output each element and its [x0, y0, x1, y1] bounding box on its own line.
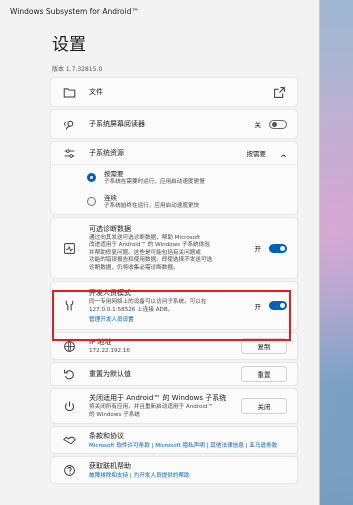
option-continuous-title: 连续: [104, 193, 117, 202]
developer-desc-line-2: 127.0.0.1:58526 上连接 ADB。: [89, 307, 174, 313]
diagnostics-toggle[interactable]: [269, 243, 287, 253]
folder-icon: [61, 84, 77, 100]
developer-mode-label: 开发人员模式: [89, 289, 131, 298]
resources-option-continuous[interactable]: 连续 子系统始终在运行，应用启动速度更快: [51, 189, 297, 213]
subsystem-resources-value: 按需要: [246, 150, 267, 158]
diagnostics-desc-line-5: 诊断数据，仍将收集必需诊断数据。: [89, 264, 179, 271]
help-label: 获取联机帮助: [89, 462, 131, 470]
settings-window: Windows Subsystem for Android™ 设置 版本 1.7…: [0, 0, 320, 505]
window-title: Windows Subsystem for Android™: [10, 6, 139, 16]
globe-icon: [61, 338, 77, 354]
chevron-up-icon[interactable]: [280, 144, 287, 163]
help-links[interactable]: 故障排除和支持 | 为开发人员提供的帮助: [89, 471, 287, 479]
diagnostics-row: 可选诊断数据 通过向其发送可选诊断数据，帮助 Microsoft 改进适用于 A…: [50, 217, 298, 279]
resources-option-ondemand[interactable]: 按需要 子系统在需要时运行，应用启动速度更慢: [51, 165, 297, 189]
developer-mode-state: 开: [254, 302, 262, 311]
radio-continuous[interactable]: [87, 196, 96, 206]
diagnostics-icon: [61, 240, 77, 256]
diagnostics-label: 可选诊断数据: [89, 224, 131, 233]
terms-label: 条款和协议: [89, 432, 124, 440]
ip-address-label: IP 地址: [89, 337, 112, 346]
ip-address-row: IP 地址 172.22.192.16 复制: [50, 332, 298, 360]
version-label: 版本 1.7.32815.0: [52, 66, 103, 73]
manage-developer-settings-link[interactable]: 管理开发人员设置: [89, 315, 255, 323]
screen-reader-state: 关: [254, 121, 262, 129]
diagnostics-state: 开: [254, 245, 262, 253]
shutdown-desc-line-1: 将关闭所有应用，并且重新启动适用于 Android™: [89, 403, 214, 410]
reset-icon: [61, 366, 77, 382]
help-icon: [61, 462, 77, 478]
copy-button[interactable]: 复制: [241, 338, 287, 354]
open-external-icon[interactable]: [271, 84, 287, 100]
screen-reader-icon: [61, 116, 77, 132]
files-row[interactable]: 文件: [50, 77, 298, 107]
developer-tools-icon: [61, 298, 77, 314]
option-ondemand-title: 按需要: [104, 169, 124, 178]
terms-links[interactable]: Microsoft 软件许可条款 | Microsoft 隐私声明 | 其他法律…: [89, 441, 287, 449]
subsystem-resources-header[interactable]: 子系统资源 按需要: [51, 142, 297, 165]
files-label: 文件: [89, 88, 103, 96]
reset-row: 重置为默认值 重置: [50, 362, 298, 386]
page-title: 设置: [52, 35, 86, 55]
sliders-icon: [61, 145, 77, 161]
terms-row: 条款和协议 Microsoft 软件许可条款 | Microsoft 隐私声明 …: [50, 426, 298, 454]
subsystem-resources-section: 子系统资源 按需要 按需要 子系统在需要时运行，应用启动速度更慢 连续 子系统始…: [50, 141, 298, 215]
screen-reader-toggle[interactable]: [269, 119, 287, 129]
subsystem-resources-label: 子系统资源: [89, 149, 124, 157]
diagnostics-desc-line-1: 通过向其发送可选诊断数据，帮助 Microsoft: [89, 234, 201, 241]
handshake-icon: [61, 432, 77, 448]
developer-mode-toggle[interactable]: [269, 301, 287, 310]
screen-reader-row: 子系统屏幕阅读器 关: [50, 109, 298, 139]
reset-label: 重置为默认值: [89, 370, 131, 378]
radio-ondemand[interactable]: [87, 172, 96, 182]
developer-mode-row: 开发人员模式 同一专用网络上的设备可以访问子系统。可以在 127.0.0.1:5…: [50, 281, 298, 330]
shutdown-label: 关闭适用于 Android™ 的 Windows 子系统: [89, 393, 227, 402]
option-ondemand-desc: 子系统在需要时运行，应用启动速度更慢: [104, 178, 205, 185]
shutdown-desc-line-2: 的 Windows 子系统: [89, 411, 140, 418]
help-row: 获取联机帮助 故障排除和支持 | 为开发人员提供的帮助: [50, 456, 298, 484]
title-bar[interactable]: Windows Subsystem for Android™: [0, 0, 319, 22]
power-icon: [61, 398, 77, 414]
option-continuous-desc: 子系统始终在运行，应用启动速度更快: [104, 202, 200, 209]
screen-reader-label: 子系统屏幕阅读器: [89, 120, 145, 128]
shutdown-button[interactable]: 关闭: [241, 398, 287, 414]
diagnostics-desc-line-2: 改进适用于 Android™ 的 Windows 子系统体验: [89, 242, 210, 249]
ip-address-value: 172.22.192.16: [89, 347, 130, 354]
shutdown-row: 关闭适用于 Android™ 的 Windows 子系统 将关闭所有应用，并且重…: [50, 388, 298, 424]
reset-button[interactable]: 重置: [241, 366, 287, 382]
developer-desc-line-1: 同一专用网络上的设备可以访问子系统。可以在: [89, 299, 207, 306]
diagnostics-desc-line-4: 功能的错误报告和使用数据。即使选择不发送可选: [89, 257, 213, 264]
